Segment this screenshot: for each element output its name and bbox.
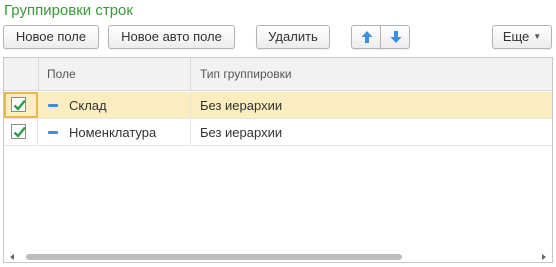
column-header-field[interactable]: Поле	[47, 67, 76, 81]
table-row[interactable]: Склад Без иерархии	[4, 92, 552, 119]
field-icon	[48, 104, 58, 107]
horizontal-scrollbar[interactable]	[4, 252, 552, 262]
delete-button[interactable]: Удалить	[256, 25, 330, 49]
table-header: Поле Тип группировки	[4, 58, 552, 91]
arrow-up-icon	[361, 31, 373, 43]
more-label: Еще	[502, 29, 530, 44]
add-field-button[interactable]: Новое поле	[3, 25, 99, 49]
checkmark-icon	[13, 126, 26, 138]
more-button[interactable]: Еще ▼	[492, 25, 552, 49]
row-field: Номенклатура	[69, 125, 157, 140]
field-icon	[48, 131, 58, 134]
checkmark-icon	[13, 99, 26, 111]
arrow-down-icon	[390, 31, 402, 43]
row-type: Без иерархии	[200, 98, 283, 113]
chevron-down-icon: ▼	[533, 32, 542, 41]
row-checkbox[interactable]	[11, 97, 26, 112]
scroll-right-icon[interactable]	[542, 254, 546, 260]
add-auto-field-button[interactable]: Новое авто поле	[108, 25, 235, 49]
row-check-cell[interactable]	[4, 92, 38, 118]
groupings-table[interactable]: Поле Тип группировки Склад Без иерархии …	[3, 57, 553, 263]
table-row[interactable]: Номенклатура Без иерархии	[4, 119, 552, 146]
move-down-button[interactable]	[380, 25, 410, 49]
row-field: Склад	[69, 98, 107, 113]
scrollbar-thumb[interactable]	[26, 254, 402, 260]
panel-title: Группировки строк	[4, 2, 133, 19]
column-header-type[interactable]: Тип группировки	[200, 67, 292, 81]
move-up-button[interactable]	[351, 25, 381, 49]
scroll-left-icon[interactable]	[10, 254, 14, 260]
row-check-cell[interactable]	[4, 119, 38, 145]
row-type: Без иерархии	[200, 125, 283, 140]
row-checkbox[interactable]	[11, 124, 26, 139]
